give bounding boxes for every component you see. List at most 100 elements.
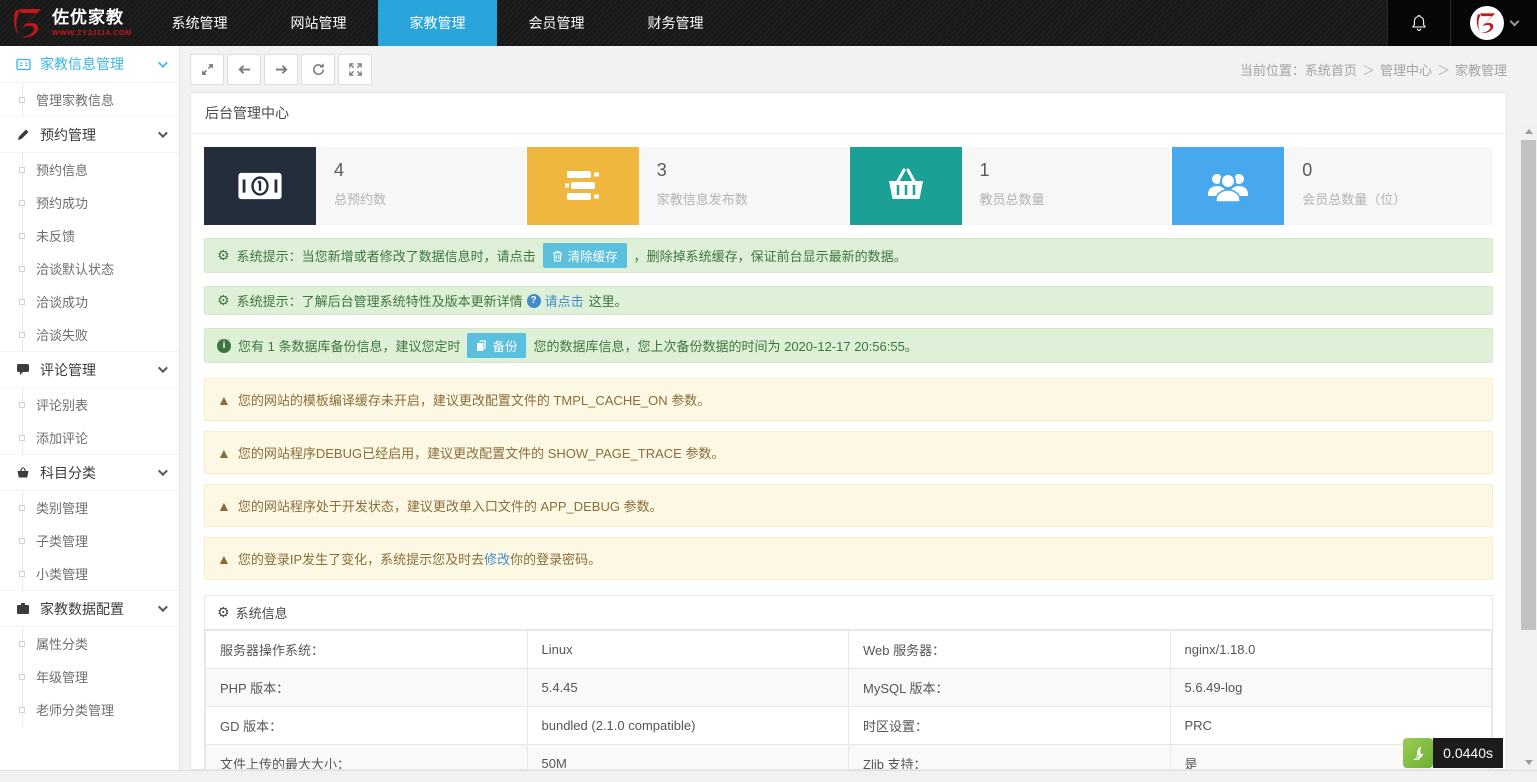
breadcrumb-home[interactable]: 系统首页 (1305, 63, 1357, 78)
table-cell-label: 服务器操作系统： (206, 631, 528, 669)
stat-card-bookings[interactable]: 4 总预约数 (204, 147, 525, 225)
alert-text: 这里。 (589, 291, 628, 310)
users-icon (1172, 147, 1284, 225)
bullet-icon (19, 299, 25, 305)
alert-login-ip: ▲ 您的登录IP发生了变化，系统提示您及时去修改你的登录密码。 (204, 537, 1493, 580)
gear-icon: ⚙ (217, 604, 230, 621)
brand-logo[interactable]: 佐优家教 WWW.ZYJJ114.COM (0, 0, 140, 46)
nav-item-tutoring[interactable]: 家教管理 (378, 0, 497, 46)
stat-card-teachers[interactable]: 1 教员总数量 (850, 147, 1171, 225)
sidebar-item-booking-info[interactable]: 预约信息 (0, 153, 179, 186)
refresh-button[interactable] (301, 54, 335, 85)
alert-text: 您有 1 条数据库备份信息，建议您定时 (238, 336, 460, 355)
sidebar-section-booking[interactable]: 预约管理 (0, 116, 179, 152)
sidebar-item-label: 洽谈默认状态 (36, 259, 114, 278)
alert-clear-cache: ⚙ 系统提示：当您新增或者修改了数据信息时，请点击 清除缓存 ，删除掉系统缓存，… (204, 238, 1493, 273)
sidebar-item-teacher-category-manage[interactable]: 老师分类管理 (0, 693, 179, 726)
sidebar-item-category-manage[interactable]: 类别管理 (0, 491, 179, 524)
alert-text: ，删除掉系统缓存，保证前台显示最新的数据。 (634, 246, 907, 265)
sidebar-section-subjects[interactable]: 科目分类 (0, 454, 179, 490)
nav-item-website[interactable]: 网站管理 (259, 0, 378, 46)
change-password-link[interactable]: 修改 (484, 549, 510, 568)
table-cell-label: Web 服务器： (849, 631, 1171, 669)
forward-button[interactable] (264, 54, 298, 85)
nav-item-system[interactable]: 系统管理 (140, 0, 259, 46)
sidebar-item-booking-success[interactable]: 预约成功 (0, 186, 179, 219)
stat-label: 家教信息发布数 (657, 189, 848, 208)
sidebar-item-label: 洽谈失败 (36, 325, 88, 344)
scrollbar-thumb[interactable] (1521, 140, 1536, 630)
stat-info: 3 家教信息发布数 (639, 147, 848, 225)
sidebar-item-label: 评论别表 (36, 395, 88, 414)
sidebar-item-negotiate-success[interactable]: 洽谈成功 (0, 285, 179, 318)
notifications-button[interactable] (1387, 0, 1451, 46)
avatar (1470, 6, 1504, 40)
sidebar-section-tutor-info[interactable]: 家教信息管理 (0, 46, 179, 82)
vertical-scrollbar[interactable] (1520, 124, 1537, 770)
alert-debug-enabled: ▲ 您的网站程序DEBUG已经启用，建议更改配置文件的 SHOW_PAGE_TR… (204, 431, 1493, 474)
expand-button[interactable] (190, 54, 224, 85)
scroll-down-arrow-icon[interactable] (1520, 755, 1537, 770)
sidebar-item-grade-manage[interactable]: 年级管理 (0, 660, 179, 693)
brand-name: 佐优家教 (52, 9, 132, 26)
pencil-icon (16, 127, 32, 143)
sidebar-item-negotiate-fail[interactable]: 洽谈失败 (0, 318, 179, 351)
avatar-logo-icon (1474, 10, 1500, 36)
sidebar-item-negotiate-default[interactable]: 洽谈默认状态 (0, 252, 179, 285)
table-row: 服务器操作系统： Linux Web 服务器： nginx/1.18.0 (206, 631, 1492, 669)
sidebar-item-label: 小类管理 (36, 564, 88, 583)
brand-logo-icon (12, 4, 46, 42)
stat-card-members[interactable]: 0 会员总数量（位） (1172, 147, 1493, 225)
sidebar-item-subcategory-manage[interactable]: 子类管理 (0, 524, 179, 557)
bullet-icon (19, 97, 25, 103)
horizontal-scrollbar[interactable] (0, 770, 1537, 782)
sidebar-item-manage-tutor-info[interactable]: 管理家教信息 (0, 83, 179, 116)
stat-card-posts[interactable]: 3 家教信息发布数 (527, 147, 848, 225)
trace-badge[interactable]: 0.0440s (1403, 738, 1503, 768)
chevron-down-icon (158, 128, 168, 138)
id-card-icon (16, 56, 32, 72)
back-button[interactable] (227, 54, 261, 85)
bullet-icon (19, 505, 25, 511)
briefcase-icon (16, 601, 32, 617)
arrow-right-icon (274, 62, 289, 77)
alert-text: 您的网站程序处于开发状态，建议更改单入口文件的 APP_DEBUG 参数。 (238, 496, 663, 515)
please-click-link[interactable]: 请点击 (545, 291, 584, 310)
table-row: GD 版本： bundled (2.1.0 compatible) 时区设置： … (206, 707, 1492, 745)
scroll-up-arrow-icon[interactable] (1520, 124, 1537, 139)
table-row: PHP 版本： 5.4.45 MySQL 版本： 5.6.49-log (206, 669, 1492, 707)
topbar: 当前位置：系统首页＞管理中心＞家教管理 (190, 46, 1507, 92)
sidebar-section-label: 家教数据配置 (40, 599, 124, 619)
clear-cache-button[interactable]: 清除缓存 (543, 243, 627, 268)
sidebar-item-comment-list[interactable]: 评论别表 (0, 388, 179, 421)
sidebar-item-attribute-category[interactable]: 属性分类 (0, 627, 179, 660)
stat-value: 4 (334, 160, 525, 181)
basket-icon (850, 147, 962, 225)
sidebar-section-label: 科目分类 (40, 463, 96, 483)
sidebar-item-minorcategory-manage[interactable]: 小类管理 (0, 557, 179, 590)
sidebar-group: 管理家教信息 (0, 82, 179, 116)
sidebar-item-label: 属性分类 (36, 634, 88, 653)
sidebar-section-tutor-data-config[interactable]: 家教数据配置 (0, 590, 179, 626)
server-icon (527, 147, 639, 225)
table-cell-label: MySQL 版本： (849, 669, 1171, 707)
sidebar-item-label: 洽谈成功 (36, 292, 88, 311)
sidebar-item-add-comment[interactable]: 添加评论 (0, 421, 179, 454)
alert-dev-mode: ▲ 您的网站程序处于开发状态，建议更改单入口文件的 APP_DEBUG 参数。 (204, 484, 1493, 527)
breadcrumb-admin-center[interactable]: 管理中心 (1380, 63, 1432, 78)
sidebar-item-label: 预约成功 (36, 193, 88, 212)
sidebar-section-comments[interactable]: 评论管理 (0, 351, 179, 387)
sidebar-group: 类别管理 子类管理 小类管理 (0, 490, 179, 590)
stat-label: 教员总数量 (980, 189, 1171, 208)
bullet-icon (19, 571, 25, 577)
brand-url: WWW.ZYJJ114.COM (52, 29, 132, 37)
backup-button[interactable]: 备份 (467, 333, 526, 358)
stat-info: 4 总预约数 (316, 147, 525, 225)
nav-item-finance[interactable]: 财务管理 (616, 0, 735, 46)
warning-icon: ▲ (217, 392, 231, 408)
fullscreen-button[interactable] (338, 54, 372, 85)
nav-item-member[interactable]: 会员管理 (497, 0, 616, 46)
sidebar-item-no-feedback[interactable]: 未反馈 (0, 219, 179, 252)
bullet-icon (19, 233, 25, 239)
user-menu[interactable] (1451, 0, 1537, 46)
